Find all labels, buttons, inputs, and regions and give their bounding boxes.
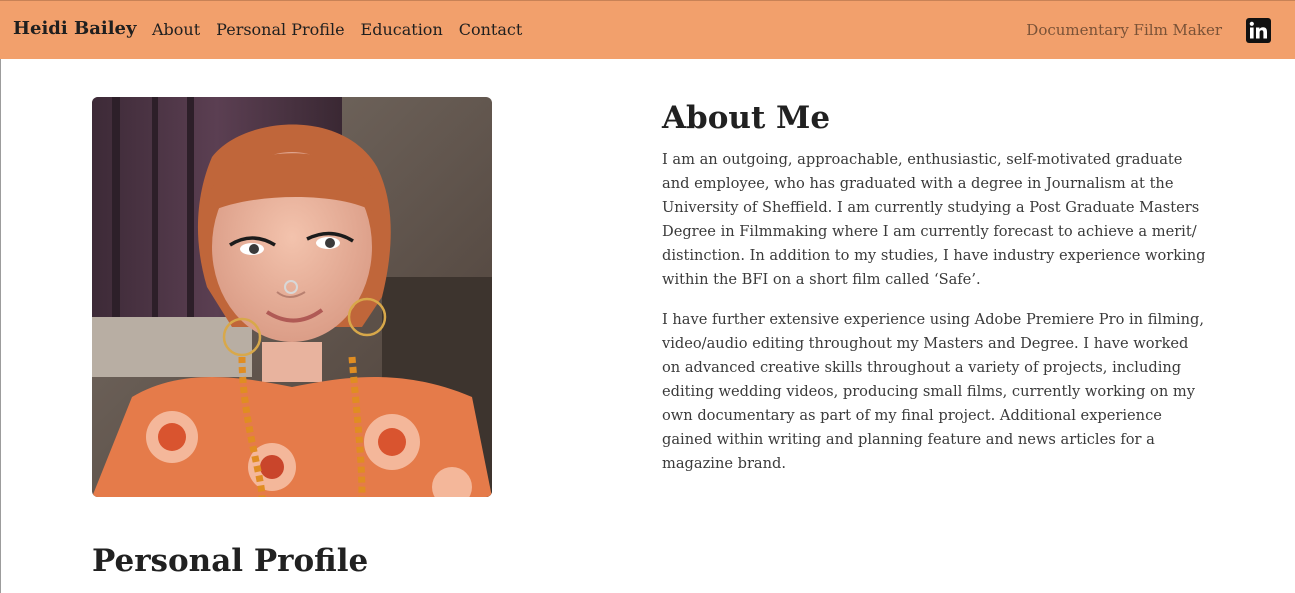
nav-link-education[interactable]: Education (361, 20, 443, 39)
nav-link-about[interactable]: About (152, 20, 200, 39)
about-paragraph-1: I am an outgoing, approachable, enthusia… (662, 151, 1206, 288)
nav-link-contact[interactable]: Contact (459, 20, 523, 39)
profile-photo (92, 97, 492, 497)
top-navbar: Heidi Bailey About Personal Profile Educ… (0, 0, 1295, 59)
about-heading: About Me (662, 100, 831, 136)
page-edge (0, 59, 1, 593)
tagline: Documentary Film Maker (1026, 21, 1222, 39)
nav-links: About Personal Profile Education Contact (152, 20, 522, 39)
personal-profile-heading: Personal Profile (92, 543, 369, 579)
brand-name[interactable]: Heidi Bailey (13, 18, 136, 39)
about-paragraph-2: I have further extensive experience usin… (662, 311, 1204, 472)
nav-link-personal-profile[interactable]: Personal Profile (216, 20, 344, 39)
linkedin-icon[interactable] (1246, 18, 1271, 43)
